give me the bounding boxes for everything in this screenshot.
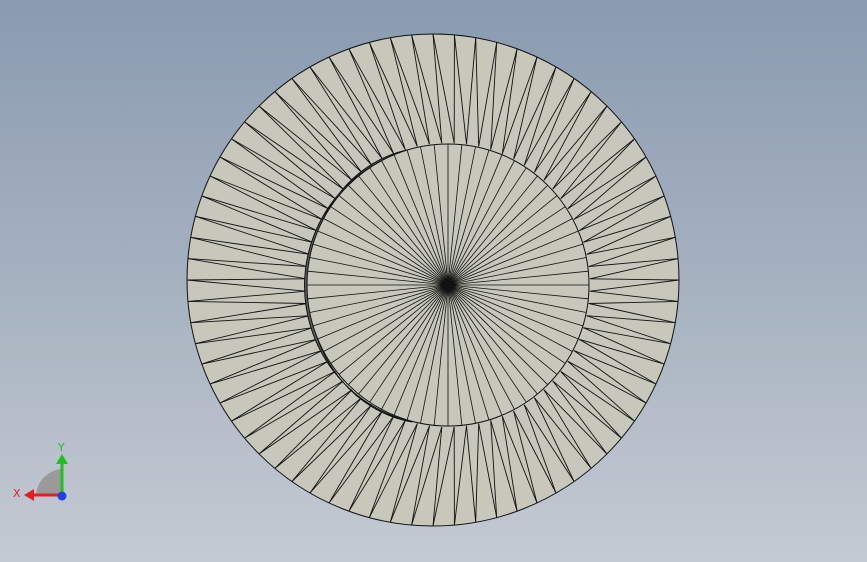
- y-axis-label: Y: [57, 441, 65, 454]
- graphics-viewport[interactable]: Y X: [0, 0, 867, 562]
- x-axis-arrow: [24, 489, 34, 501]
- axis-triad: Y X: [13, 441, 68, 501]
- z-axis-dot: [57, 491, 67, 501]
- x-axis-label: X: [13, 487, 21, 500]
- triad-plane: [36, 469, 62, 495]
- part-model[interactable]: [0, 0, 867, 562]
- y-axis-arrow: [56, 454, 68, 464]
